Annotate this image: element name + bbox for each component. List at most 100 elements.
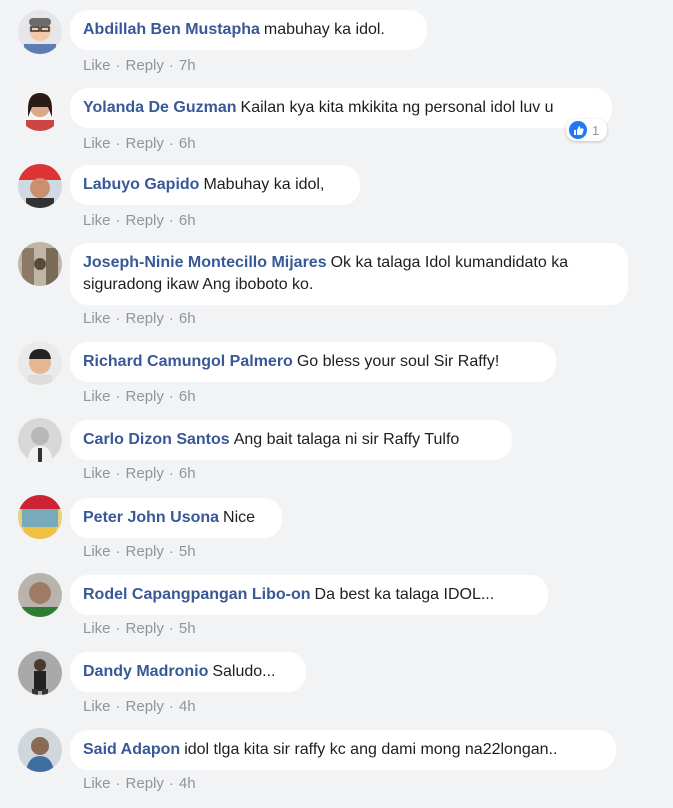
comment-actions: Like · Reply · 6h bbox=[83, 388, 196, 405]
avatar[interactable] bbox=[18, 573, 62, 617]
comment-text: Ang bait talaga ni sir Raffy Tulfo bbox=[233, 431, 460, 448]
separator: · bbox=[115, 57, 121, 74]
comment-bubble: Yolanda De Guzman Kailan kya kita mkikita… bbox=[70, 88, 612, 128]
comment-timestamp[interactable]: 4h bbox=[179, 775, 196, 792]
thumbs-up-icon bbox=[569, 121, 587, 139]
separator: · bbox=[115, 310, 121, 327]
reaction-count: 1 bbox=[592, 122, 600, 138]
comment-text: mabuhay ka idol. bbox=[263, 21, 385, 38]
comment-text: Go bless your soul Sir Raffy! bbox=[296, 353, 500, 370]
comment-actions: Like · Reply · 7h bbox=[83, 57, 196, 74]
separator: · bbox=[168, 135, 174, 152]
like-link[interactable]: Like bbox=[83, 543, 111, 560]
reply-link[interactable]: Reply bbox=[126, 57, 164, 74]
avatar[interactable] bbox=[18, 651, 62, 695]
comment-timestamp[interactable]: 6h bbox=[179, 212, 196, 229]
reply-link[interactable]: Reply bbox=[126, 388, 164, 405]
separator: · bbox=[168, 775, 174, 792]
avatar[interactable] bbox=[18, 87, 62, 131]
reply-link[interactable]: Reply bbox=[126, 135, 164, 152]
comment-timestamp[interactable]: 7h bbox=[179, 57, 196, 74]
avatar[interactable] bbox=[18, 10, 62, 54]
comment-text: Nice bbox=[223, 509, 256, 526]
comment-actions: Like · Reply · 6h bbox=[83, 212, 196, 229]
separator: · bbox=[115, 135, 121, 152]
comment-actions: Like · Reply · 6h bbox=[83, 135, 196, 152]
like-link[interactable]: Like bbox=[83, 465, 111, 482]
comment-bubble: Joseph-Ninie Montecillo Mijares Ok ka tal… bbox=[70, 243, 628, 305]
comment-actions: Like · Reply · 5h bbox=[83, 543, 196, 560]
reply-link[interactable]: Reply bbox=[126, 543, 164, 560]
separator: · bbox=[168, 465, 174, 482]
comment-actions: Like · Reply · 4h bbox=[83, 698, 196, 715]
like-link[interactable]: Like bbox=[83, 620, 111, 637]
like-link[interactable]: Like bbox=[83, 388, 111, 405]
comment-author[interactable]: Carlo Dizon Santos bbox=[83, 431, 230, 448]
avatar[interactable] bbox=[18, 728, 62, 772]
reply-link[interactable]: Reply bbox=[126, 775, 164, 792]
comment-timestamp[interactable]: 5h bbox=[179, 620, 196, 637]
separator: · bbox=[168, 698, 174, 715]
comment-bubble: Said Adapon idol tlga kita sir raffy kc a… bbox=[70, 730, 616, 770]
comment-bubble: Labuyo Gapido Mabuhay ka idol, bbox=[70, 165, 360, 205]
comment-bubble: Abdillah Ben Mustapha mabuhay ka idol. bbox=[70, 10, 427, 50]
comment-timestamp[interactable]: 5h bbox=[179, 543, 196, 560]
comment-actions: Like · Reply · 6h bbox=[83, 310, 196, 327]
comment-author[interactable]: Said Adapon bbox=[83, 741, 180, 758]
reply-link[interactable]: Reply bbox=[126, 212, 164, 229]
reply-link[interactable]: Reply bbox=[126, 620, 164, 637]
like-link[interactable]: Like bbox=[83, 135, 111, 152]
separator: · bbox=[115, 775, 121, 792]
separator: · bbox=[115, 465, 121, 482]
like-link[interactable]: Like bbox=[83, 57, 111, 74]
comment-text: Mabuhay ka idol, bbox=[203, 176, 325, 193]
comment-actions: Like · Reply · 6h bbox=[83, 465, 196, 482]
reply-link[interactable]: Reply bbox=[126, 465, 164, 482]
comment-author[interactable]: Joseph-Ninie Montecillo Mijares bbox=[83, 254, 327, 271]
avatar[interactable] bbox=[18, 341, 62, 385]
comment-bubble: Dandy Madronio Saludo... bbox=[70, 652, 306, 692]
avatar[interactable] bbox=[18, 418, 62, 462]
separator: · bbox=[115, 698, 121, 715]
separator: · bbox=[115, 388, 121, 405]
comment-author[interactable]: Peter John Usona bbox=[83, 509, 219, 526]
reply-link[interactable]: Reply bbox=[126, 310, 164, 327]
comment-timestamp[interactable]: 6h bbox=[179, 388, 196, 405]
comment-text: Da best ka talaga IDOL... bbox=[314, 586, 495, 603]
comment-timestamp[interactable]: 6h bbox=[179, 135, 196, 152]
separator: · bbox=[168, 543, 174, 560]
like-link[interactable]: Like bbox=[83, 775, 111, 792]
avatar[interactable] bbox=[18, 495, 62, 539]
separator: · bbox=[168, 212, 174, 229]
like-link[interactable]: Like bbox=[83, 698, 111, 715]
comment-actions: Like · Reply · 4h bbox=[83, 775, 196, 792]
comment-bubble: Carlo Dizon Santos Ang bait talaga ni sir… bbox=[70, 420, 512, 460]
separator: · bbox=[168, 57, 174, 74]
like-link[interactable]: Like bbox=[83, 310, 111, 327]
comment-author[interactable]: Yolanda De Guzman bbox=[83, 99, 237, 116]
separator: · bbox=[168, 620, 174, 637]
comment-bubble: Rodel Capangpangan Libo-on Da best ka tal… bbox=[70, 575, 548, 615]
comment-bubble: Peter John Usona Nice bbox=[70, 498, 282, 538]
separator: · bbox=[115, 212, 121, 229]
comment-author[interactable]: Rodel Capangpangan Libo-on bbox=[83, 586, 311, 603]
comment-author[interactable]: Richard Camungol Palmero bbox=[83, 353, 293, 370]
separator: · bbox=[115, 543, 121, 560]
comment-bubble: Richard Camungol Palmero Go bless your so… bbox=[70, 342, 556, 382]
avatar[interactable] bbox=[18, 242, 62, 286]
comment-author[interactable]: Labuyo Gapido bbox=[83, 176, 199, 193]
reaction-count-badge[interactable]: 1 bbox=[566, 119, 608, 141]
comment-author[interactable]: Dandy Madronio bbox=[83, 663, 208, 680]
comment-text: idol tlga kita sir raffy kc ang dami mon… bbox=[184, 741, 558, 758]
comment-actions: Like · Reply · 5h bbox=[83, 620, 196, 637]
separator: · bbox=[168, 310, 174, 327]
comment-timestamp[interactable]: 6h bbox=[179, 465, 196, 482]
comment-author[interactable]: Abdillah Ben Mustapha bbox=[83, 21, 260, 38]
avatar[interactable] bbox=[18, 164, 62, 208]
comment-timestamp[interactable]: 4h bbox=[179, 698, 196, 715]
separator: · bbox=[168, 388, 174, 405]
comment-timestamp[interactable]: 6h bbox=[179, 310, 196, 327]
reply-link[interactable]: Reply bbox=[126, 698, 164, 715]
like-link[interactable]: Like bbox=[83, 212, 111, 229]
separator: · bbox=[115, 620, 121, 637]
